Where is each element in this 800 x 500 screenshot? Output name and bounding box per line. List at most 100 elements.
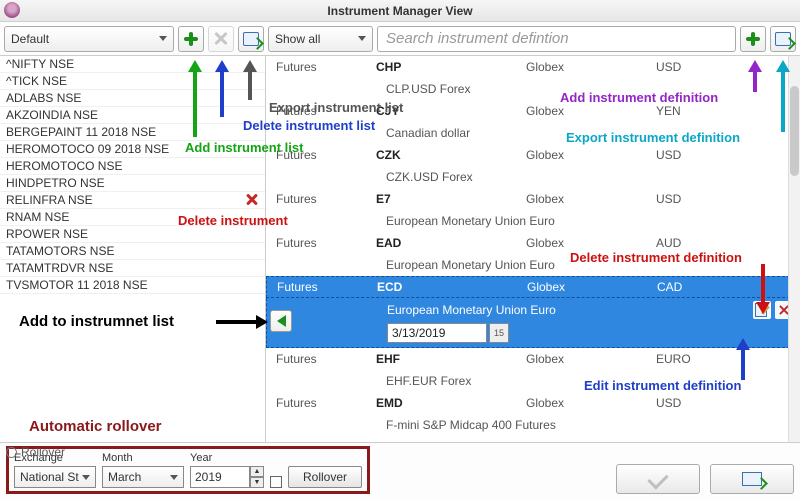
table-subrow[interactable]: CLP.USD Forex [266, 78, 800, 100]
list-item[interactable]: HEROMOTOCO NSE [0, 158, 265, 175]
year-label: Year [190, 452, 264, 464]
plus-icon [746, 32, 760, 46]
edit-instrument-definition-button[interactable] [753, 301, 771, 319]
list-item[interactable]: TVSMOTOR 11 2018 NSE [0, 277, 265, 294]
list-item-label: HINDPETRO NSE [6, 176, 105, 190]
stepper-down[interactable]: ▼ [250, 477, 264, 488]
table-subrow[interactable]: Canadian dollar [266, 122, 800, 144]
table-row[interactable]: FuturesCJYGlobexYEN [266, 100, 800, 122]
export-icon [243, 32, 259, 46]
list-item[interactable]: ^NIFTY NSE [0, 56, 265, 73]
table-row[interactable]: FuturesEHFGlobexEURO [266, 348, 800, 370]
table-row[interactable]: FuturesEADGlobexAUD [266, 232, 800, 254]
rollover-checkbox[interactable] [270, 476, 282, 488]
arrow-left-icon [277, 315, 286, 327]
chevron-down-icon [358, 36, 366, 41]
year-stepper[interactable]: 2019 ▲▼ [190, 466, 264, 488]
delete-instrument-list-button[interactable] [208, 26, 234, 52]
list-item-label: ^NIFTY NSE [6, 57, 74, 71]
cell-type: Futures [276, 148, 376, 162]
export-button[interactable] [710, 464, 794, 494]
cell-description: EHF.EUR Forex [386, 374, 800, 388]
list-item[interactable]: HINDPETRO NSE [0, 175, 265, 192]
vertical-scrollbar[interactable] [788, 56, 800, 442]
month-value: March [108, 470, 141, 484]
table-subrow[interactable]: European Monetary Union Euro [266, 210, 800, 232]
list-item[interactable]: RNAM NSE [0, 209, 265, 226]
exchange-select[interactable]: National St [14, 466, 96, 488]
export-instrument-definition-button[interactable] [770, 26, 796, 52]
toolbar: Default Show all Search instrument defin… [0, 22, 800, 56]
cell-currency: EURO [656, 352, 766, 366]
rollover-radio[interactable]: Rollover [6, 445, 65, 459]
list-item[interactable]: TATAMOTORS NSE [0, 243, 265, 260]
table-subrow-selected[interactable]: European Monetary Union Euro [266, 298, 800, 322]
exchange-value: National St [20, 470, 79, 484]
table-subrow[interactable]: F-mini S&P Midcap 400 Futures [266, 414, 800, 436]
list-item[interactable]: AKZOINDIA NSE [0, 107, 265, 124]
check-icon [647, 468, 668, 489]
delete-instrument-button[interactable] [245, 193, 259, 207]
instrument-definition-panel: FuturesCHPGlobexUSDCLP.USD ForexFuturesC… [266, 56, 800, 442]
date-input[interactable]: 3/13/2019 [387, 323, 487, 343]
cell-type: Futures [276, 352, 376, 366]
list-item[interactable]: RELINFRA NSE [0, 192, 265, 209]
cell-exchange: Globex [526, 396, 656, 410]
list-item-label: HEROMOTOCO NSE [6, 159, 122, 173]
cell-symbol: ECD [377, 280, 527, 294]
list-item[interactable]: ADLABS NSE [0, 90, 265, 107]
confirm-button[interactable] [616, 464, 700, 494]
list-item[interactable]: ^TICK NSE [0, 73, 265, 90]
calendar-button[interactable]: 15 [489, 323, 509, 343]
table-row[interactable]: FuturesCZKGlobexUSD [266, 144, 800, 166]
chevron-down-icon [170, 475, 178, 480]
cell-currency: USD [656, 396, 766, 410]
instrument-list-panel: ^NIFTY NSE ^TICK NSE ADLABS NSEAKZOINDIA N… [0, 56, 266, 442]
add-to-instrument-list-button[interactable] [270, 310, 292, 332]
export-instrument-list-button[interactable] [238, 26, 264, 52]
list-item-label: RPOWER NSE [6, 227, 88, 241]
app-icon [4, 2, 20, 18]
table-row[interactable]: FuturesE7GlobexUSD [266, 188, 800, 210]
list-item[interactable]: HEROMOTOCO 09 2018 NSE [0, 141, 265, 158]
instrument-list: ^NIFTY NSE ^TICK NSE ADLABS NSEAKZOINDIA N… [0, 56, 265, 294]
cell-symbol: EMD [376, 396, 526, 410]
table-row-selected[interactable]: FuturesECDGlobexCAD [266, 276, 800, 298]
export-icon [775, 32, 791, 46]
cell-symbol: EHF [376, 352, 526, 366]
table-row[interactable]: FuturesCHPGlobexUSD [266, 56, 800, 78]
add-instrument-list-button[interactable] [178, 26, 204, 52]
scrollbar-thumb[interactable] [790, 86, 799, 176]
list-item[interactable]: TATAMTRDVR NSE [0, 260, 265, 277]
rollover-button[interactable]: Rollover [288, 466, 362, 488]
cell-type: Futures [276, 192, 376, 206]
search-input[interactable]: Search instrument defintion [377, 26, 736, 52]
radio-icon [6, 447, 17, 458]
list-item[interactable]: RPOWER NSE [0, 226, 265, 243]
filter-selector[interactable]: Show all [268, 26, 373, 52]
cell-currency: AUD [656, 236, 766, 250]
month-label: Month [102, 452, 184, 464]
list-item[interactable]: BERGEPAINT 11 2018 NSE [0, 124, 265, 141]
table-subrow[interactable]: EHF.EUR Forex [266, 370, 800, 392]
chevron-down-icon [159, 36, 167, 41]
cell-symbol: CZK [376, 148, 526, 162]
cell-type: Futures [276, 104, 376, 118]
rollover-radio-label: Rollover [21, 445, 65, 459]
instrument-list-selector[interactable]: Default [4, 26, 174, 52]
month-select[interactable]: March [102, 466, 184, 488]
cell-exchange: Globex [526, 352, 656, 366]
add-instrument-definition-button[interactable] [740, 26, 766, 52]
cell-currency: CAD [657, 280, 767, 294]
table-subrow[interactable]: CZK.USD Forex [266, 166, 800, 188]
screen-export-icon [742, 472, 762, 486]
date-value: 3/13/2019 [392, 326, 445, 340]
cell-description: European Monetary Union Euro [387, 303, 739, 317]
table-row[interactable]: FuturesEMDGlobexUSD [266, 392, 800, 414]
table-date-row: 3/13/2019 15 [266, 322, 800, 348]
list-item-label: ^TICK NSE [6, 74, 67, 88]
list-item-label: RNAM NSE [6, 210, 69, 224]
cell-exchange: Globex [526, 192, 656, 206]
table-subrow[interactable]: European Monetary Union Euro [266, 254, 800, 276]
stepper-up[interactable]: ▲ [250, 466, 264, 477]
